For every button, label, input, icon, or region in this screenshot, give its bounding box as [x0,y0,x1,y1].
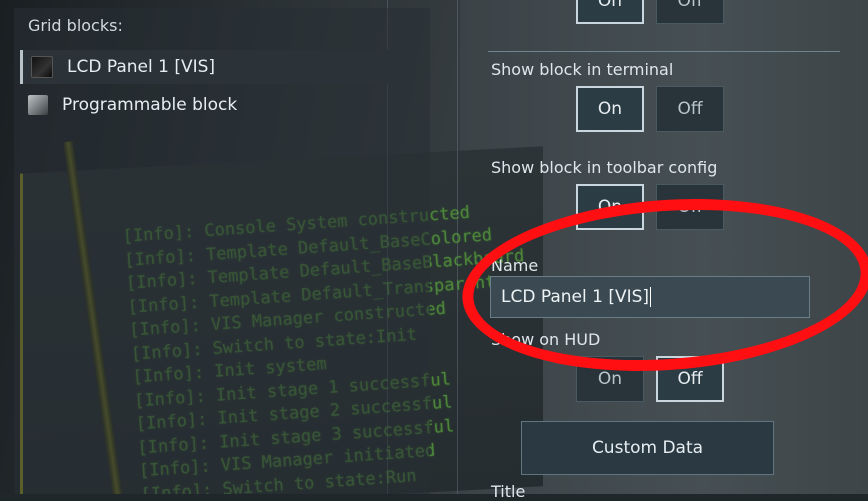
section-separator [488,51,840,52]
top-toggle-on-button[interactable]: On [576,0,644,24]
custom-data-button[interactable]: Custom Data [521,421,774,475]
grid-blocks-title: Grid blocks: [28,16,123,35]
title-label: Title [491,482,526,501]
grid-block-label: Programmable block [62,95,238,115]
show-in-terminal-label: Show block in terminal [491,60,674,79]
show-in-terminal-on-button[interactable]: On [576,86,644,132]
programmable-block-icon [28,95,48,115]
grid-block-item-lcd-panel[interactable]: LCD Panel 1 [VIS] [20,50,388,84]
grid-block-label: LCD Panel 1 [VIS] [67,57,216,77]
lcd-panel-icon [31,56,53,78]
top-toggle-off-button[interactable]: Off [656,0,724,24]
show-in-terminal-off-button[interactable]: Off [656,86,724,132]
grid-block-item-programmable-block[interactable]: Programmable block [20,88,385,122]
show-in-toolbar-label: Show block in toolbar config [491,158,718,177]
divider [457,0,458,494]
